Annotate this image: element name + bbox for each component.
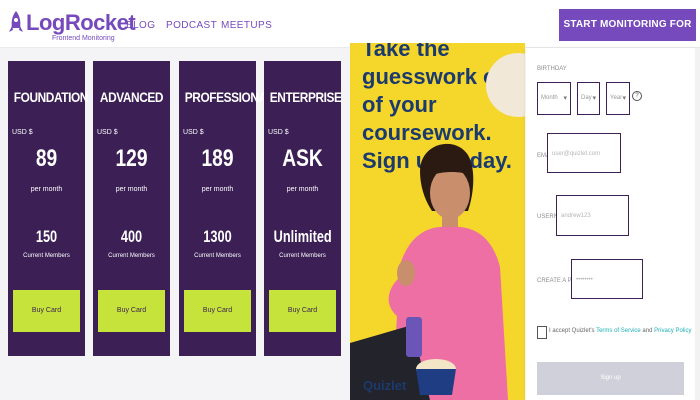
birthday-label: BIRTHDAY — [537, 66, 567, 72]
terms-prefix: I accept Quizlet's — [549, 328, 597, 334]
plan-name: ENTERPRISE — [269, 89, 342, 105]
plan-price: 129 — [115, 145, 148, 172]
birth-year-select[interactable]: Year — [606, 82, 630, 115]
plan-period: per month — [286, 186, 319, 193]
nav-link-meetups[interactable]: MEETUPS — [221, 20, 272, 31]
top-navigation-bar: LogRocket Frontend Monitoring BLOG PODCA… — [0, 0, 700, 62]
plan-period: per month — [30, 186, 63, 193]
quizlet-ad-banner[interactable]: Take the guesswork out of your coursewor… — [350, 43, 525, 400]
sign-up-button[interactable]: Sign up — [537, 362, 684, 395]
scrollbar[interactable] — [695, 48, 700, 400]
plan-currency: USD $ — [97, 129, 118, 136]
member-label: Current Members — [194, 253, 241, 259]
start-monitoring-button[interactable]: START MONITORING FOR FREE — [559, 9, 696, 62]
member-label: Current Members — [279, 253, 326, 259]
plan-price: ASK — [282, 145, 323, 172]
plan-period: per month — [201, 186, 234, 193]
pricing-card-advanced: ADVANCED USD $ 129 per month 400 Current… — [93, 61, 170, 356]
birth-month-select[interactable]: Month — [537, 82, 571, 115]
terms-and: and — [640, 328, 655, 334]
email-field[interactable]: user@quizlet.com — [547, 133, 621, 173]
birth-day-select[interactable]: Day — [577, 82, 600, 115]
plan-price: 89 — [35, 145, 58, 172]
buy-card-button[interactable]: Buy Card — [184, 290, 251, 332]
quizlet-brand: Quizlet — [363, 378, 407, 393]
member-count: Unlimited — [273, 227, 332, 246]
member-label: Current Members — [23, 253, 70, 259]
rocket-logo-icon — [9, 11, 23, 32]
plan-name: ADVANCED — [99, 89, 164, 105]
privacy-policy-link[interactable]: Privacy Policy — [654, 328, 691, 334]
terms-checkbox[interactable] — [537, 326, 547, 339]
member-count: 1300 — [203, 227, 232, 246]
buy-card-button[interactable]: Buy Card — [98, 290, 165, 332]
logo-wordmark: LogRocket — [26, 10, 136, 35]
logrocket-logo[interactable]: LogRocket Frontend Monitoring — [8, 8, 136, 42]
plan-currency: USD $ — [268, 129, 289, 136]
terms-of-service-link[interactable]: Terms of Service — [596, 328, 641, 334]
plan-name: PROFESSIONAL — [184, 89, 274, 105]
nav-link-podcast[interactable]: PODCAST — [166, 20, 217, 31]
member-count: 400 — [120, 227, 143, 246]
member-count: 150 — [35, 227, 58, 246]
terms-text: I accept Quizlet's Terms of Service and … — [549, 328, 691, 334]
username-field[interactable]: andrew123 — [556, 195, 629, 236]
plan-currency: USD $ — [12, 129, 33, 136]
member-label: Current Members — [108, 253, 155, 259]
pricing-card-professional: PROFESSIONAL USD $ 189 per month 1300 Cu… — [179, 61, 274, 356]
logo-subtitle: Frontend Monitoring — [52, 35, 115, 42]
plan-currency: USD $ — [183, 129, 204, 136]
plan-period: per month — [115, 186, 148, 193]
plan-name: FOUNDATION — [13, 89, 89, 105]
buy-card-button[interactable]: Buy Card — [13, 290, 80, 332]
buy-card-button[interactable]: Buy Card — [269, 290, 336, 332]
pricing-card-foundation: FOUNDATION USD $ 89 per month 150 Curren… — [8, 61, 89, 356]
student-photo-illustration — [350, 53, 525, 400]
help-icon[interactable]: ? — [632, 91, 642, 101]
pricing-card-enterprise: ENTERPRISE USD $ ASK per month Unlimited… — [264, 61, 342, 356]
password-field[interactable]: •••••••• — [571, 259, 643, 299]
nav-link-blog[interactable]: BLOG — [126, 20, 155, 31]
plan-price: 189 — [201, 145, 234, 172]
